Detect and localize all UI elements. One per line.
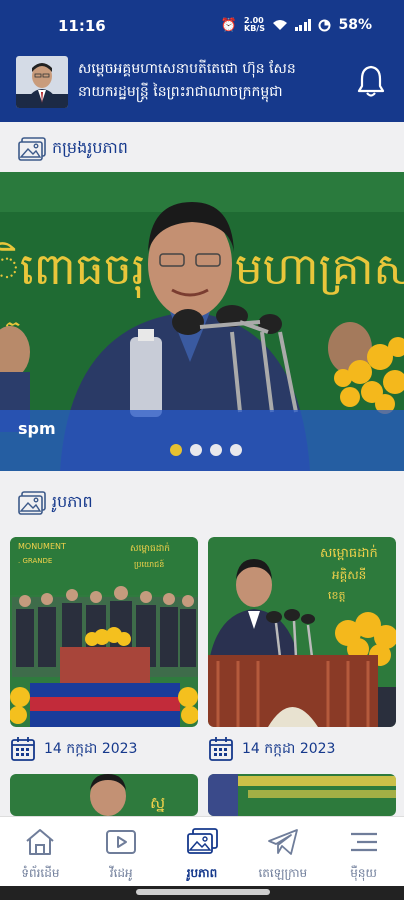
carousel-dot[interactable]: [210, 444, 222, 456]
section-title: រូបភាព: [52, 492, 93, 511]
card-date-text: 14 កក្កដា 2023: [44, 740, 138, 757]
nav-label: ទំព័រដើម: [21, 866, 60, 880]
signal-icon: [294, 19, 312, 31]
carousel-dot[interactable]: [190, 444, 202, 456]
telegram-icon: [267, 829, 298, 855]
nav-photos[interactable]: រូបភាព: [162, 817, 243, 886]
gallery-card[interactable]: ស្ន: [10, 774, 198, 816]
gesture-bar: [0, 886, 404, 900]
network-speed: 2.00 KB/S: [244, 16, 265, 33]
bell-icon[interactable]: [356, 64, 386, 98]
nav-label: ម៉ឺនុយ: [350, 866, 377, 880]
battery-level: 58%: [338, 17, 372, 33]
calendar-icon: [11, 737, 35, 761]
nav-video[interactable]: វីដេអូ: [81, 817, 162, 886]
section-title: កម្រងរូបភាព: [52, 138, 128, 157]
svg-text:អគ្គិសនី: អគ្គិសនី: [332, 567, 366, 582]
home-indicator[interactable]: [136, 889, 270, 895]
nav-label: តេឡេក្រាម: [258, 866, 308, 880]
svg-text:ខេត្ត: ខេត្ត: [328, 589, 345, 602]
gallery-icon: [18, 137, 46, 161]
wifi-icon: [272, 20, 287, 30]
app-header: 11:16 ⏰ 2.00 KB/S 58% សម្ដេចអគ្គមហាសេនាប…: [0, 0, 404, 122]
card-date: 14 កក្កដា 2023: [10, 736, 137, 762]
carousel-dots[interactable]: [170, 444, 242, 456]
page-title: សម្ដេចអគ្គមហាសេនាបតីតេជោ ហ៊ុន សែន នាយករដ…: [78, 58, 353, 104]
nav-label: វីដេអូ: [109, 866, 133, 880]
video-icon: [106, 830, 137, 854]
image-icon: [187, 828, 218, 854]
gallery-card[interactable]: [208, 774, 396, 816]
alarm-icon: ⏰: [220, 17, 237, 33]
carousel-dot[interactable]: [230, 444, 242, 456]
svg-text:សម្ពោធដាក់: សម្ពោធដាក់: [130, 542, 170, 554]
card-photo[interactable]: សម្ពោធដាក់ អគ្គិសនី ខេត្ត: [208, 537, 396, 727]
section-header-album: កម្រងរូបភាព: [0, 124, 404, 172]
nav-home[interactable]: ទំព័រដើម: [0, 817, 81, 886]
section-header-gallery: រូបភាព: [0, 478, 404, 526]
avatar[interactable]: [16, 56, 68, 108]
gallery-icon: [18, 491, 46, 515]
carousel-dot-active[interactable]: [170, 444, 182, 456]
status-time: 11:16: [58, 17, 106, 35]
gallery-card[interactable]: MONUMENT . GRANDE សម្ពោធដាក់ ប្រយោជន៍: [10, 537, 198, 727]
status-bar: 11:16 ⏰ 2.00 KB/S 58%: [0, 0, 404, 52]
card-photo[interactable]: MONUMENT . GRANDE សម្ពោធដាក់ ប្រយោជន៍: [10, 537, 198, 727]
calendar-icon: [209, 737, 233, 761]
card-photo-text: សម្ពោធដាក់: [320, 544, 378, 561]
battery-saver-icon: [318, 19, 331, 31]
card-date: 14 កក្កដា 2023: [208, 736, 335, 762]
title-line-2: នាយករដ្ឋមន្ត្រី នៃព្រះរាជាណាចក្រកម្ពុជា: [78, 84, 283, 100]
svg-text:ប្រយោជន៍: ប្រយោជន៍: [134, 559, 164, 569]
nav-telegram[interactable]: តេឡេក្រាម: [242, 817, 323, 886]
banner-caption: spm: [0, 410, 404, 471]
nav-label: រូបភាព: [186, 866, 218, 880]
gallery-card[interactable]: សម្ពោធដាក់ អគ្គិសនី ខេត្ត: [208, 537, 396, 727]
banner-caption-text: spm: [18, 419, 56, 438]
status-icons: ⏰ 2.00 KB/S 58%: [220, 16, 372, 34]
card-date-text: 14 កក្កដា 2023: [242, 740, 336, 757]
svg-text:. GRANDE: . GRANDE: [18, 557, 52, 565]
card-photo-text: MONUMENT: [18, 542, 66, 551]
nav-menu[interactable]: ម៉ឺនុយ: [323, 817, 404, 886]
home-icon: [26, 829, 55, 855]
menu-icon: [350, 832, 377, 852]
title-line-1: សម្ដេចអគ្គមហាសេនាបតីតេជោ ហ៊ុន សែន: [78, 61, 296, 77]
bottom-navigation: ទំព័រដើម វីដេអូ រូបភាព តេឡេក្រាម ម៉ឺនុយ: [0, 816, 404, 886]
svg-text:ស្ន: ស្ន: [150, 793, 165, 812]
